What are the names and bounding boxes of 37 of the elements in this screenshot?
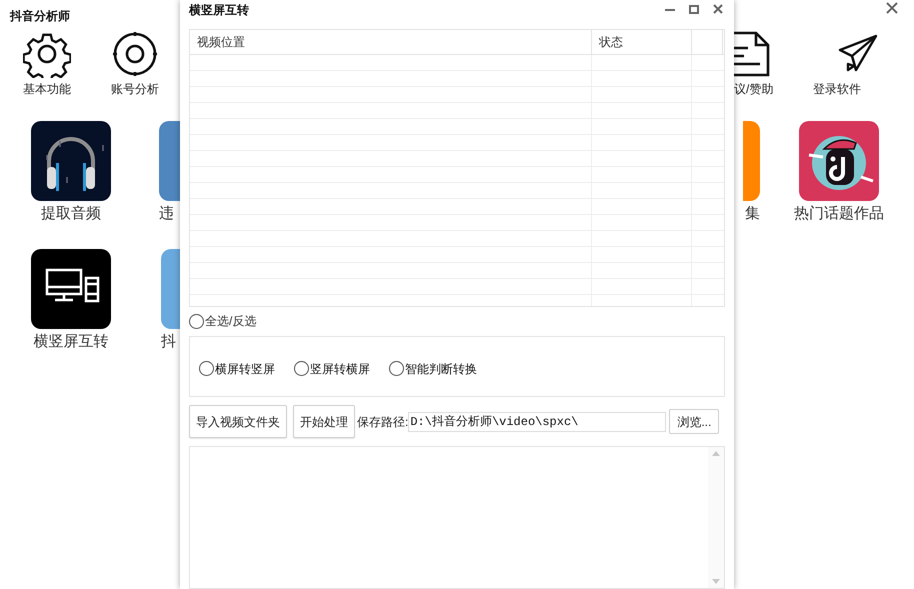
toolbar-label[interactable]: 基本功能 bbox=[23, 80, 71, 98]
mascot-icon[interactable] bbox=[799, 121, 879, 201]
document-icon[interactable] bbox=[734, 30, 772, 78]
maximize-icon[interactable] bbox=[689, 4, 699, 14]
headphones-icon[interactable] bbox=[31, 121, 111, 201]
radio-label[interactable]: 智能判断转换 bbox=[405, 360, 477, 378]
action-button[interactable]: 开始处理 bbox=[293, 405, 355, 438]
radio-label[interactable]: 横屏转竖屏 bbox=[215, 360, 275, 378]
action-button[interactable]: 导入视频文件夹 bbox=[189, 405, 287, 438]
tile-label[interactable]: 提取音频 bbox=[41, 203, 101, 226]
radio-button[interactable] bbox=[389, 361, 404, 376]
tile-label[interactable]: 集 bbox=[745, 203, 760, 226]
path-field[interactable]: D:\抖音分析师\video\spxc\ bbox=[408, 412, 666, 432]
dialog-title: 横竖屏互转 bbox=[189, 2, 249, 19]
field-label: 保存路径: bbox=[357, 414, 408, 431]
browse-button[interactable]: 浏览... bbox=[669, 409, 720, 434]
column-header[interactable]: 状态 bbox=[592, 30, 692, 54]
radio-button[interactable] bbox=[199, 361, 214, 376]
tile-label[interactable]: 横竖屏互转 bbox=[34, 331, 108, 354]
radio-label[interactable]: 全选/反选 bbox=[205, 312, 256, 330]
toolbar-label[interactable]: 账号分析 bbox=[111, 80, 159, 98]
tile-label[interactable]: 热门话题作品 bbox=[794, 203, 884, 226]
app-title: 抖音分析师 bbox=[10, 8, 70, 25]
app-icon[interactable] bbox=[159, 121, 180, 201]
close-icon[interactable] bbox=[886, 2, 898, 14]
radio-label[interactable]: 竖屏转横屏 bbox=[310, 360, 370, 378]
monitor-phone-icon[interactable] bbox=[31, 249, 111, 329]
radio-button[interactable] bbox=[294, 361, 309, 376]
tile-label[interactable]: 抖 bbox=[161, 331, 176, 354]
close-icon[interactable] bbox=[713, 4, 723, 14]
column-header[interactable]: 视频位置 bbox=[190, 30, 592, 54]
tile-label[interactable]: 违 bbox=[159, 203, 174, 226]
radio-button[interactable] bbox=[189, 314, 204, 329]
toolbar-label[interactable]: 登录软件 bbox=[813, 80, 861, 98]
toolbar-label[interactable]: 议/赞助 bbox=[734, 80, 774, 98]
target-icon[interactable] bbox=[111, 30, 159, 78]
app-icon[interactable] bbox=[161, 249, 180, 329]
